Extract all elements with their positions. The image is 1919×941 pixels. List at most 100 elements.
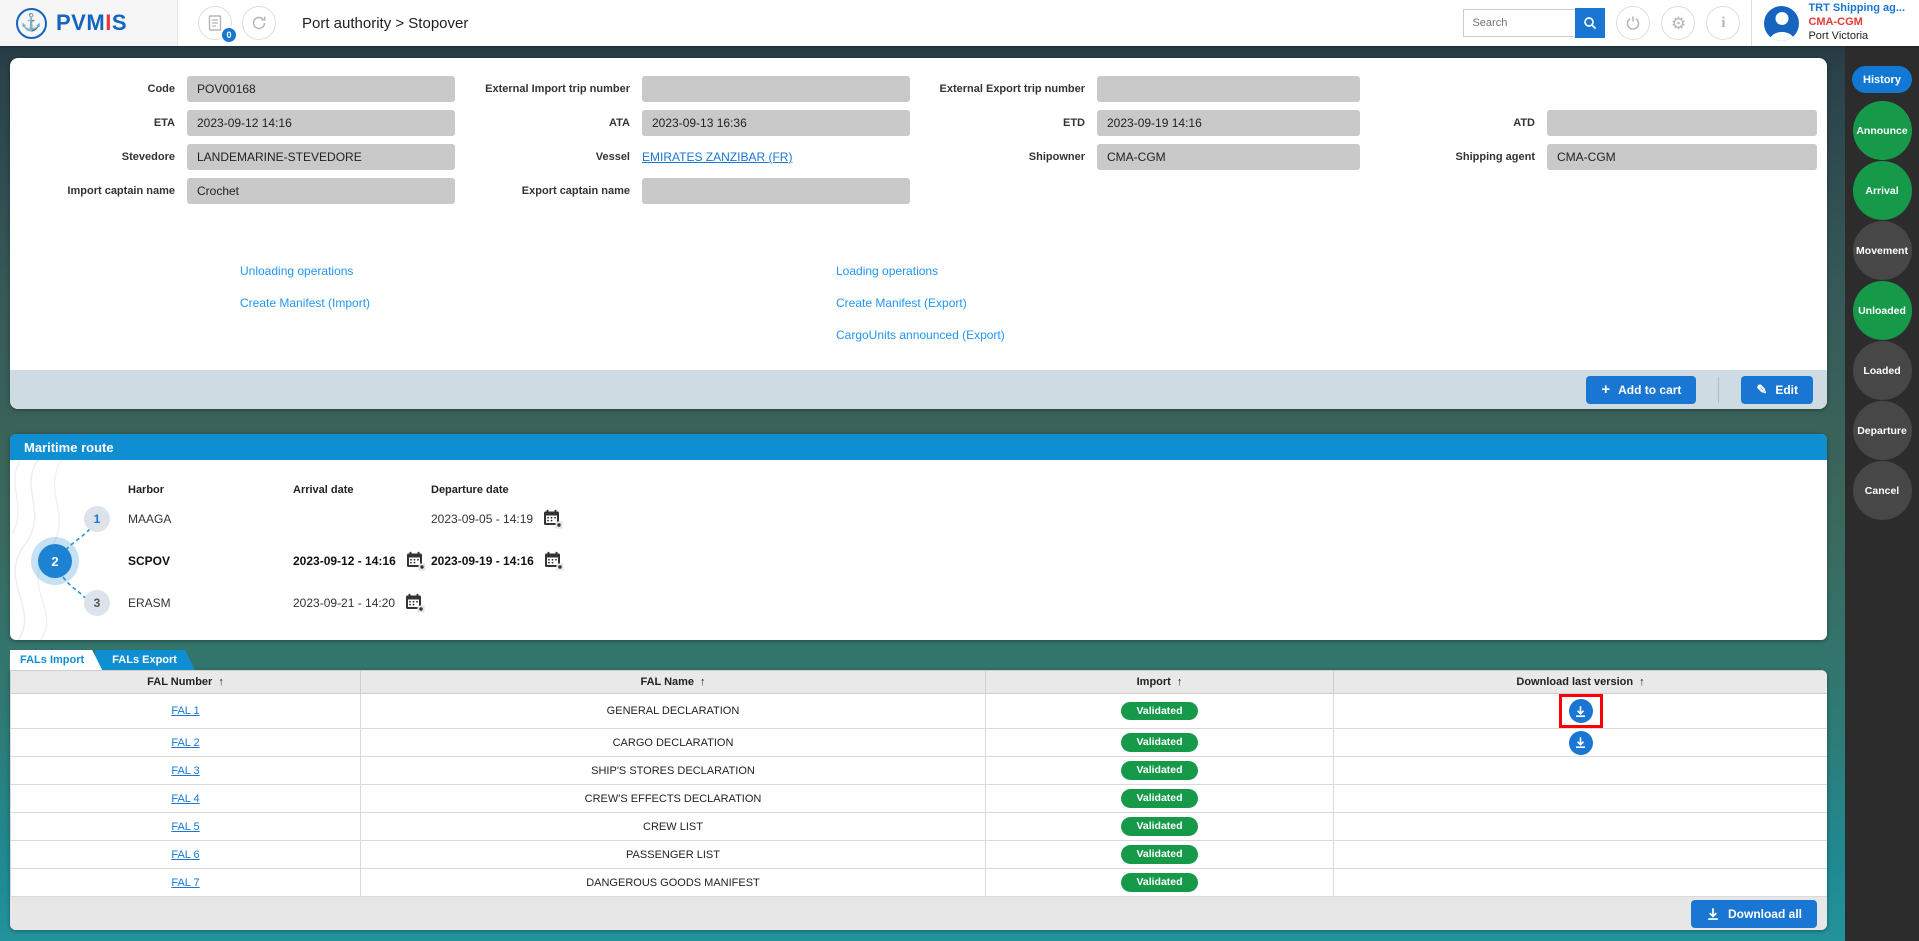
- code-field[interactable]: [187, 76, 455, 102]
- user-name: TRT Shipping ag...: [1808, 2, 1905, 15]
- eta-label: ETA: [153, 117, 175, 129]
- table-row: FAL 5 CREW LIST Validated: [10, 812, 1827, 841]
- gear-icon: ⚙: [1670, 13, 1687, 33]
- etd-field[interactable]: [1097, 110, 1360, 136]
- external-import-trip-label: External Import trip number: [485, 83, 630, 95]
- search-button[interactable]: [1575, 8, 1606, 38]
- stop-harbor: MAAGA: [128, 512, 172, 526]
- fal-number-column-header[interactable]: FAL Number ↑: [10, 670, 361, 694]
- fal-2-link[interactable]: FAL 2: [171, 737, 199, 749]
- stopover-details-panel: Code External Import trip number Externa…: [10, 58, 1827, 409]
- info-button[interactable]: i: [1706, 6, 1741, 40]
- calendar-icon[interactable]: [544, 551, 564, 571]
- app-logo-text: PVMIS: [56, 10, 127, 35]
- download-button[interactable]: [1568, 699, 1593, 723]
- atd-label: ATD: [1513, 117, 1535, 129]
- fal-name-column-header[interactable]: FAL Name ↑: [360, 670, 986, 694]
- ata-field[interactable]: [642, 110, 910, 136]
- sidebar-item-history[interactable]: History: [1852, 66, 1912, 93]
- search-icon: [1584, 17, 1597, 30]
- fal-name: PASSENGER LIST: [360, 840, 986, 869]
- anchor-icon: ⚓: [16, 7, 47, 39]
- fal-3-link[interactable]: FAL 3: [171, 765, 199, 777]
- loading-operations-link[interactable]: Loading operations: [836, 264, 938, 278]
- sort-asc-icon: ↑: [218, 676, 224, 688]
- user-port: Port Victoria: [1808, 29, 1869, 42]
- atd-field[interactable]: [1547, 110, 1817, 136]
- stop-harbor: ERASM: [128, 596, 171, 610]
- documents-cart-button[interactable]: 0: [198, 6, 238, 44]
- ata-label: ATA: [609, 117, 630, 129]
- calendar-icon[interactable]: [406, 551, 426, 571]
- fal-name: SHIP'S STORES DECLARATION: [360, 756, 986, 785]
- sort-asc-icon: ↑: [1176, 676, 1183, 688]
- download-icon: [1576, 705, 1585, 717]
- download-button[interactable]: [1568, 730, 1593, 755]
- sidebar-item-unloaded[interactable]: Unloaded: [1852, 281, 1912, 340]
- add-to-cart-button[interactable]: + Add to cart: [1586, 375, 1697, 404]
- external-export-trip-field[interactable]: [1097, 76, 1360, 102]
- services-button[interactable]: ⚙: [1661, 6, 1696, 40]
- edit-button[interactable]: ✎ Edit: [1741, 375, 1813, 404]
- stop-departure-date: 2023-09-05 - 14:19: [431, 512, 534, 526]
- search-input[interactable]: [1463, 9, 1576, 37]
- status-badge: Validated: [1121, 701, 1198, 721]
- create-manifest-import-link[interactable]: Create Manifest (Import): [240, 296, 370, 310]
- status-badge: Validated: [1121, 817, 1198, 836]
- fal-6-link[interactable]: FAL 6: [171, 849, 199, 861]
- eta-field[interactable]: [187, 110, 455, 136]
- sidebar-item-arrival[interactable]: Arrival: [1852, 161, 1912, 220]
- fal-name: CARGO DECLARATION: [360, 728, 986, 757]
- shipping-agent-field[interactable]: [1547, 144, 1817, 170]
- stevedore-field[interactable]: [187, 144, 455, 170]
- app-logo[interactable]: ⚓ PVMIS: [0, 0, 178, 46]
- etd-label: ETD: [1063, 117, 1085, 129]
- tab-fals-import[interactable]: FALs Import: [10, 650, 102, 670]
- refresh-icon: [252, 16, 266, 30]
- vessel-link[interactable]: EMIRATES ZANZIBAR (FR): [642, 150, 792, 164]
- fal-1-link[interactable]: FAL 1: [171, 705, 199, 717]
- user-menu[interactable]: TRT Shipping ag... CMA-CGM Port Victoria: [1751, 0, 1919, 46]
- arrival-date-column-header: Arrival date: [293, 484, 354, 496]
- sidebar-item-movement[interactable]: Movement: [1852, 221, 1912, 280]
- cargounits-announced-export-link[interactable]: CargoUnits announced (Export): [836, 328, 1005, 342]
- status-badge: Validated: [1121, 789, 1198, 808]
- external-import-trip-field[interactable]: [642, 76, 910, 102]
- stop-harbor: SCPOV: [128, 554, 171, 568]
- calendar-icon[interactable]: [405, 593, 425, 613]
- download-all-button[interactable]: Download all: [1690, 899, 1817, 928]
- stevedore-label: Stevedore: [121, 151, 175, 163]
- calendar-icon[interactable]: [543, 509, 563, 529]
- sidebar-item-loaded[interactable]: Loaded: [1852, 341, 1912, 400]
- sidebar-item-cancel[interactable]: Cancel: [1852, 461, 1912, 520]
- sidebar-item-announce[interactable]: Announce: [1852, 101, 1912, 160]
- tab-fals-export[interactable]: FALs Export: [95, 650, 195, 670]
- route-stop-row: MAAGA 2023-09-05 - 14:19: [10, 506, 1827, 532]
- download-column-header[interactable]: Download last version ↑: [1333, 670, 1827, 694]
- sort-asc-icon: ↑: [700, 676, 706, 688]
- sort-asc-icon: ↑: [1639, 676, 1645, 688]
- sidebar-item-departure[interactable]: Departure: [1852, 401, 1912, 460]
- table-row: FAL 6 PASSENGER LIST Validated: [10, 840, 1827, 869]
- fal-7-link[interactable]: FAL 7: [171, 877, 199, 889]
- unloading-operations-link[interactable]: Unloading operations: [240, 264, 353, 278]
- import-captain-field[interactable]: [187, 178, 455, 204]
- fal-5-link[interactable]: FAL 5: [171, 821, 199, 833]
- actions-divider: [1718, 376, 1720, 403]
- export-captain-label: Export captain name: [521, 185, 630, 197]
- breadcrumb: Port authority > Stopover: [302, 14, 469, 32]
- status-badge: Validated: [1121, 845, 1198, 864]
- refresh-button[interactable]: [242, 6, 276, 40]
- import-status-column-header[interactable]: Import ↑: [985, 670, 1334, 694]
- route-stop-row-current: SCPOV 2023-09-12 - 14:16 2023-09-19 - 14…: [10, 548, 1827, 574]
- logout-button[interactable]: [1616, 6, 1651, 40]
- create-manifest-export-link[interactable]: Create Manifest (Export): [836, 296, 967, 310]
- fal-4-link[interactable]: FAL 4: [171, 793, 199, 805]
- export-captain-field[interactable]: [642, 178, 910, 204]
- fal-name: CREW'S EFFECTS DECLARATION: [360, 784, 986, 813]
- maritime-route-title: Maritime route: [10, 434, 1827, 460]
- status-badge: Validated: [1121, 761, 1198, 780]
- cart-count-badge: 0: [220, 26, 238, 44]
- shipowner-field[interactable]: [1097, 144, 1360, 170]
- avatar: [1764, 5, 1800, 41]
